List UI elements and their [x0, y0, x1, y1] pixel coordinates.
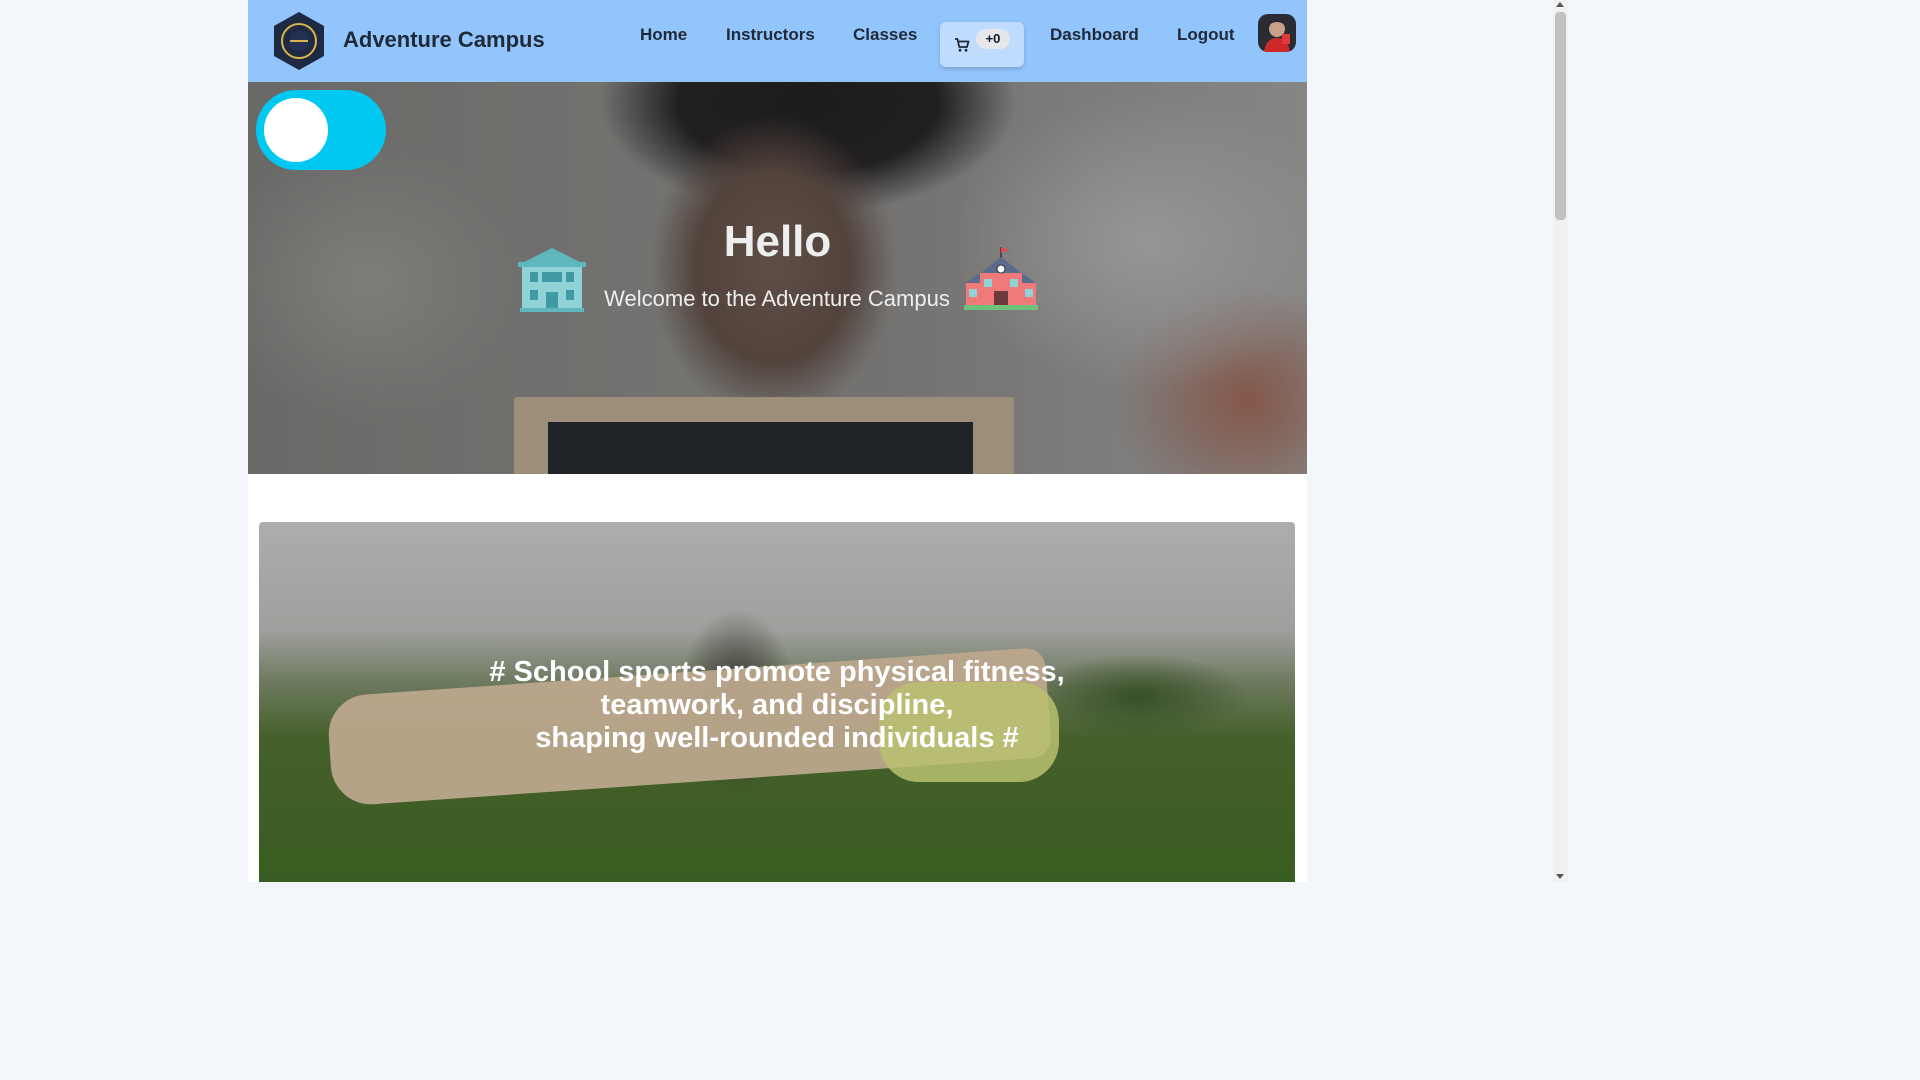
page-scrollbar[interactable]	[1553, 0, 1568, 882]
hero-overlay	[248, 82, 1307, 474]
theme-toggle[interactable]	[256, 90, 386, 170]
sports-banner: # School sports promote physical fitness…	[259, 522, 1295, 882]
banner-quote: # School sports promote physical fitness…	[259, 656, 1295, 755]
hero-section: Hello Welcome to the Adventure Campus	[248, 82, 1307, 474]
hero-subtitle: Welcome to the Adventure Campus	[604, 286, 950, 311]
user-avatar[interactable]	[1258, 14, 1296, 52]
cart-count-badge: +0	[976, 29, 1010, 49]
avatar-image	[1258, 14, 1296, 52]
banner-line: # School sports promote physical fitness…	[489, 656, 1065, 688]
scrollbar-thumb[interactable]	[1555, 12, 1566, 220]
hero-title: Hello	[723, 217, 832, 266]
shopping-cart-icon	[955, 38, 970, 52]
brand-name[interactable]: Adventure Campus	[343, 27, 545, 53]
nav-link-classes[interactable]: Classes	[853, 25, 917, 45]
toggle-knob	[264, 98, 328, 162]
nav-link-home[interactable]: Home	[640, 25, 687, 45]
scroll-up-arrow-icon[interactable]	[1556, 2, 1564, 7]
banner-line: teamwork, and discipline,	[600, 689, 954, 721]
nav-link-instructors[interactable]: Instructors	[726, 25, 815, 45]
schoolhouse-icon	[964, 247, 1038, 310]
banner-line: shaping well-rounded individuals #	[535, 722, 1019, 754]
campus-logo-icon[interactable]	[270, 10, 328, 72]
nav-link-logout[interactable]: Logout	[1177, 25, 1235, 45]
scroll-down-arrow-icon[interactable]	[1556, 874, 1564, 879]
cart-button[interactable]: +0	[940, 22, 1024, 67]
navbar: Adventure Campus Home Instructors Classe…	[248, 0, 1307, 82]
nav-link-dashboard[interactable]: Dashboard	[1050, 25, 1139, 45]
page-container: Adventure Campus Home Instructors Classe…	[248, 0, 1307, 882]
